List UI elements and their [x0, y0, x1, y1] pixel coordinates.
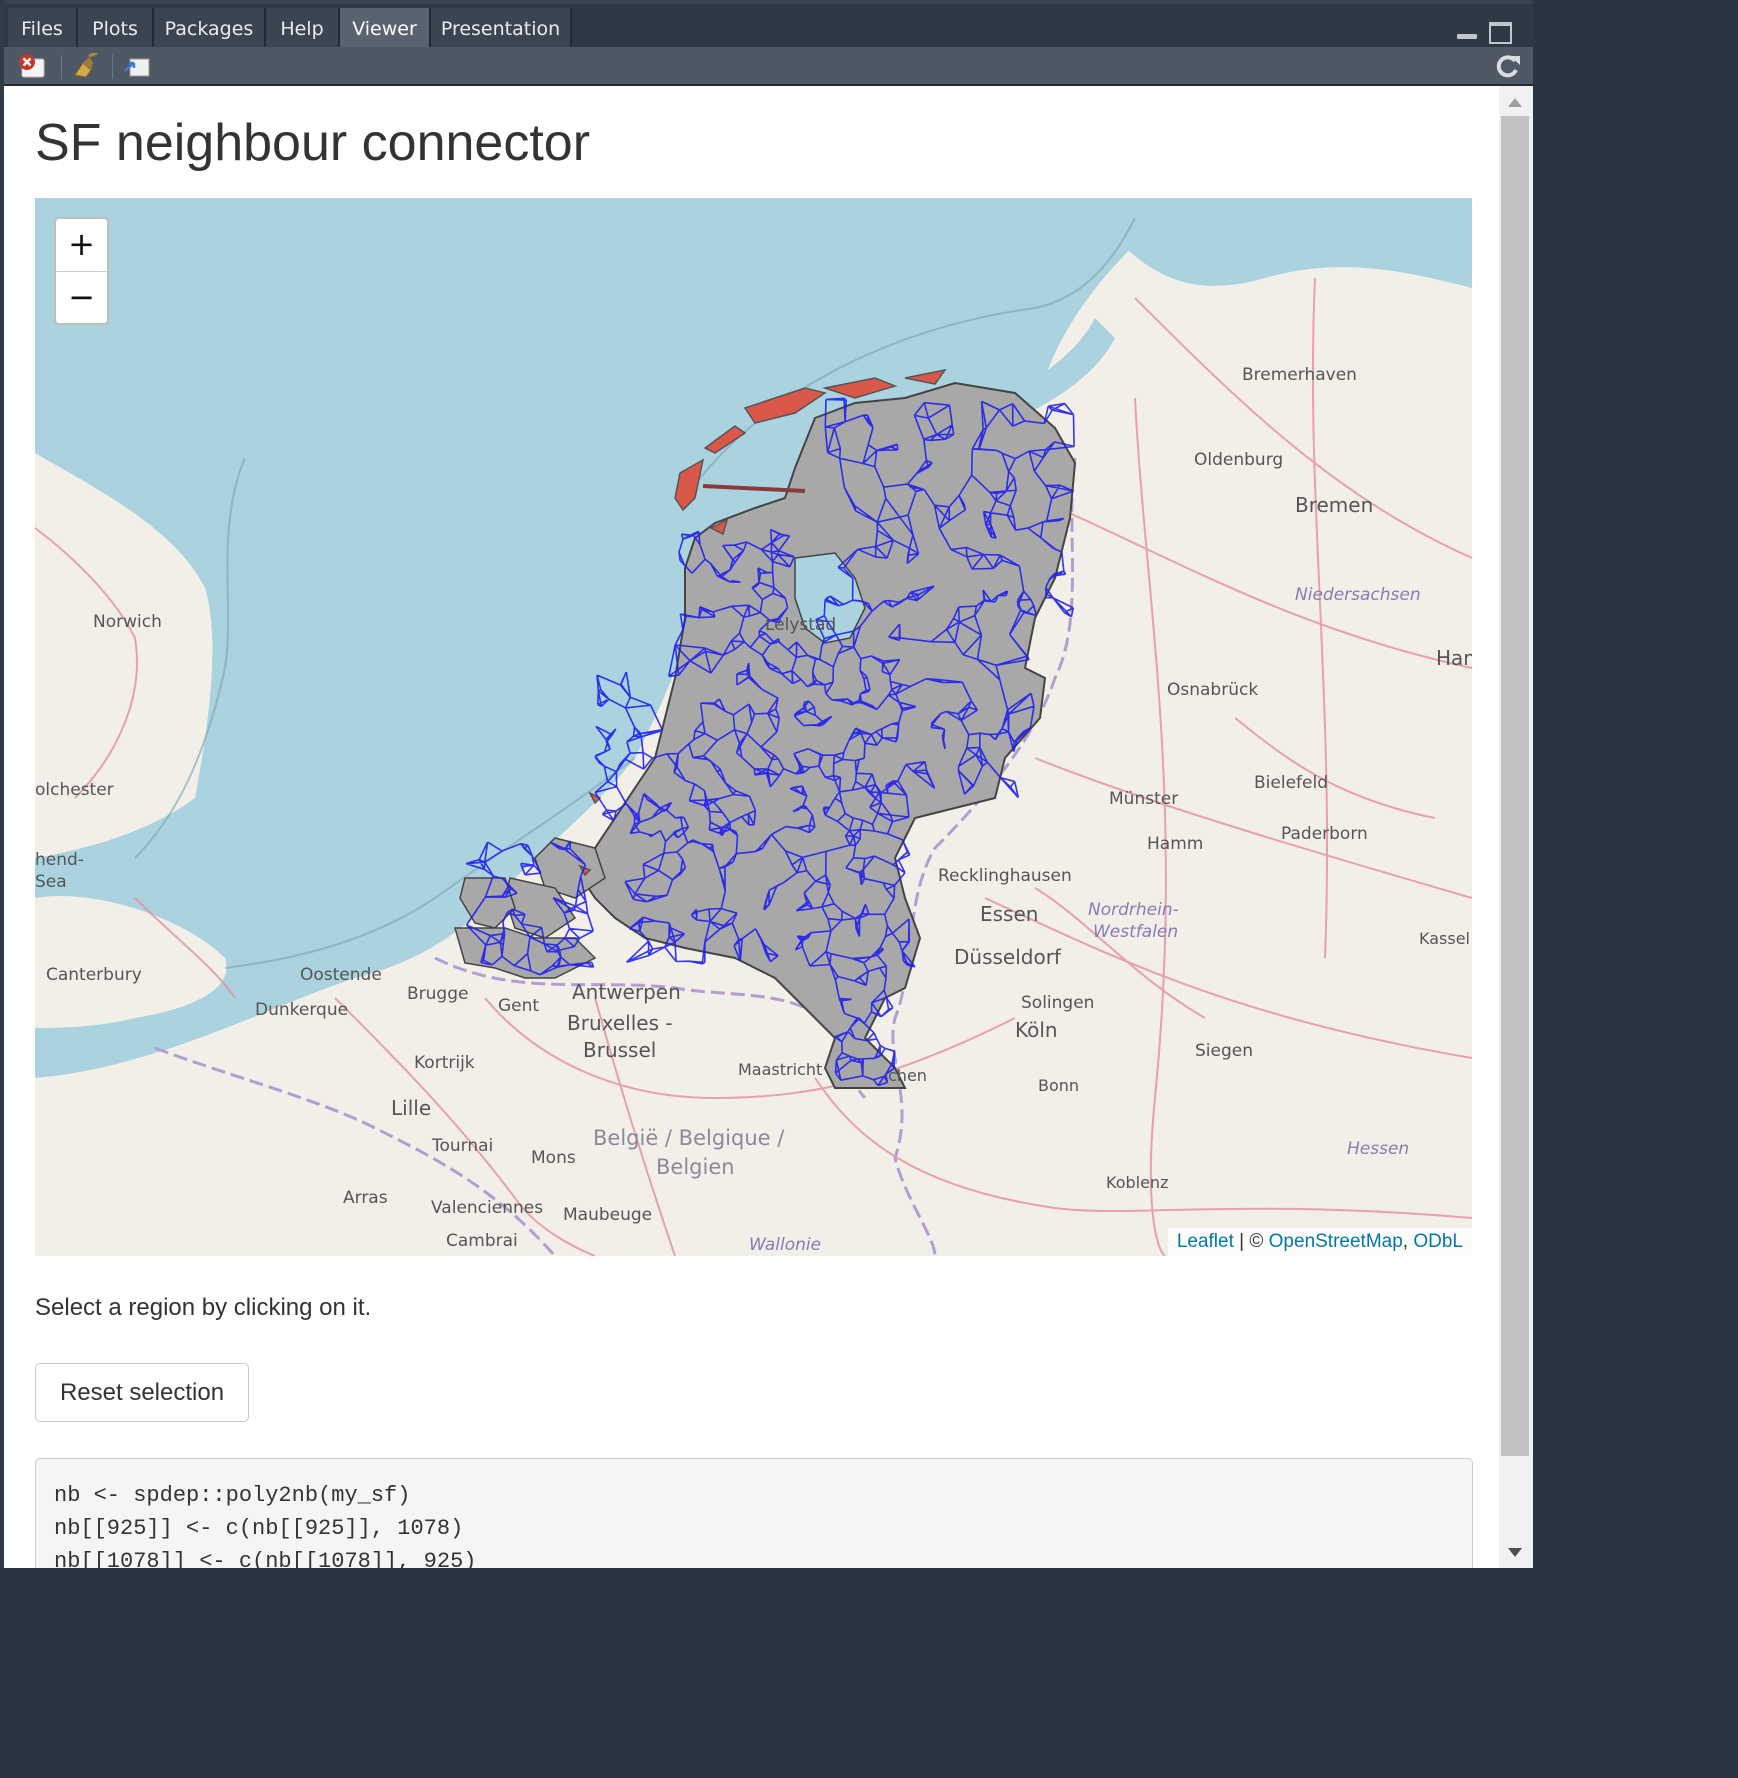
- map-label: Maastricht: [738, 1060, 822, 1079]
- map-label: Han: [1436, 646, 1472, 670]
- map-label: Köln: [1015, 1018, 1058, 1042]
- map-label: Münster: [1109, 789, 1178, 809]
- map-label: Bremen: [1295, 493, 1373, 517]
- export-icon[interactable]: [122, 53, 152, 79]
- map-label: Mons: [531, 1148, 576, 1168]
- pane-tab-bar: Files Plots Packages Help Viewer Present…: [4, 0, 1533, 51]
- leaflet-map[interactable]: Bremerhaven Oldenburg Bremen Niedersachs…: [35, 198, 1472, 1256]
- reset-selection-button[interactable]: Reset selection: [35, 1363, 249, 1422]
- map-label: Osnabrück: [1167, 680, 1258, 700]
- refresh-icon[interactable]: [1493, 53, 1523, 79]
- attribution-comma: ,: [1402, 1231, 1414, 1252]
- viewer-pane: Files Plots Packages Help Viewer Present…: [0, 0, 1533, 1568]
- tab-viewer[interactable]: Viewer: [340, 8, 431, 51]
- maximize-pane-button[interactable]: [1488, 22, 1512, 44]
- toolbar-separator: [61, 55, 62, 79]
- map-label: Recklinghausen: [938, 866, 1072, 886]
- viewer-toolbar: [4, 47, 1533, 86]
- map-label: Bielefeld: [1254, 773, 1328, 793]
- map-label: Tournai: [431, 1136, 493, 1156]
- tab-plots[interactable]: Plots: [78, 8, 154, 51]
- odbl-link[interactable]: ODbL: [1413, 1231, 1463, 1252]
- map-label: Siegen: [1195, 1041, 1253, 1061]
- map-label: Koblenz: [1106, 1173, 1168, 1192]
- map-label: Düsseldorf: [954, 945, 1062, 969]
- map-label: Oldenburg: [1194, 450, 1283, 470]
- map-label: Brussel: [583, 1038, 656, 1062]
- code-line: nb <- spdep::poly2nb(my_sf): [54, 1483, 411, 1508]
- map-label: Maubeuge: [563, 1205, 652, 1225]
- map-label: Niedersachsen: [1295, 585, 1421, 605]
- clear-broom-icon[interactable]: [71, 51, 101, 79]
- map-label: olchester: [35, 780, 114, 800]
- map-label: Lille: [391, 1096, 431, 1120]
- map-label: hend-: [35, 850, 84, 870]
- map-label: Bruxelles -: [567, 1011, 673, 1035]
- code-block: nb <- spdep::poly2nb(my_sf) nb[[925]] <-…: [35, 1458, 1473, 1568]
- map-label: Norwich: [93, 612, 162, 632]
- map-label: Sea: [35, 872, 67, 892]
- close-viewer-icon[interactable]: [16, 53, 46, 79]
- map-label: Hessen: [1347, 1139, 1409, 1159]
- openstreetmap-link[interactable]: OpenStreetMap: [1269, 1231, 1403, 1252]
- map-label: Paderborn: [1281, 824, 1368, 844]
- map-label: chen: [888, 1066, 927, 1085]
- map-label: Arras: [343, 1188, 388, 1208]
- zoom-out-button[interactable]: −: [56, 272, 107, 324]
- minimize-pane-button[interactable]: [1455, 22, 1479, 42]
- viewer-content: SF neighbour connector Bremerhaven Olden…: [4, 86, 1499, 1568]
- tab-packages[interactable]: Packages: [154, 8, 266, 51]
- instructions-text: Select a region by clicking on it.: [35, 1294, 372, 1321]
- page-title: SF neighbour connector: [35, 114, 591, 172]
- vertical-scrollbar[interactable]: [1499, 86, 1533, 1568]
- zoom-in-button[interactable]: +: [56, 219, 107, 272]
- map-label: Belgien: [656, 1155, 735, 1179]
- scroll-up-arrow[interactable]: [1499, 86, 1533, 116]
- map-label: Bremerhaven: [1242, 365, 1357, 385]
- map-label: Hamm: [1147, 834, 1203, 854]
- scroll-down-arrow[interactable]: [1499, 1538, 1533, 1568]
- tab-presentation[interactable]: Presentation: [431, 8, 572, 51]
- map-label: Brugge: [407, 984, 468, 1004]
- code-line: nb[[1078]] <- c(nb[[1078]], 925): [54, 1549, 477, 1568]
- map-canvas[interactable]: Bremerhaven Oldenburg Bremen Niedersachs…: [35, 198, 1472, 1256]
- map-label: Essen: [980, 902, 1038, 926]
- map-label: Westfalen: [1093, 922, 1178, 942]
- map-label: Bonn: [1038, 1076, 1079, 1095]
- map-label: Wallonie: [749, 1235, 821, 1255]
- code-line: nb[[925]] <- c(nb[[925]], 1078): [54, 1516, 464, 1541]
- map-label: Solingen: [1021, 993, 1094, 1013]
- toolbar-separator: [112, 55, 113, 79]
- map-attribution: Leaflet | © OpenStreetMap, ODbL: [1167, 1228, 1472, 1256]
- map-label: Lelystad: [765, 615, 836, 635]
- map-label: België / Belgique /: [593, 1126, 785, 1150]
- tab-help[interactable]: Help: [266, 8, 340, 51]
- map-label: Antwerpen: [572, 980, 681, 1004]
- tab-files[interactable]: Files: [8, 8, 78, 51]
- map-label: Kortrijk: [414, 1053, 475, 1073]
- map-label: Canterbury: [46, 965, 142, 985]
- map-label: Oostende: [300, 965, 382, 985]
- scrollbar-thumb[interactable]: [1501, 116, 1529, 1456]
- map-label: Nordrhein-: [1088, 900, 1179, 920]
- map-label: Valenciennes: [431, 1198, 543, 1218]
- map-label: Cambrai: [446, 1231, 518, 1251]
- map-label: Dunkerque: [255, 1000, 348, 1020]
- zoom-control: + −: [54, 217, 109, 325]
- attribution-separator: | ©: [1233, 1231, 1269, 1252]
- leaflet-link[interactable]: Leaflet: [1177, 1231, 1234, 1252]
- map-label: Kassel: [1419, 929, 1470, 948]
- map-label: Gent: [498, 996, 539, 1016]
